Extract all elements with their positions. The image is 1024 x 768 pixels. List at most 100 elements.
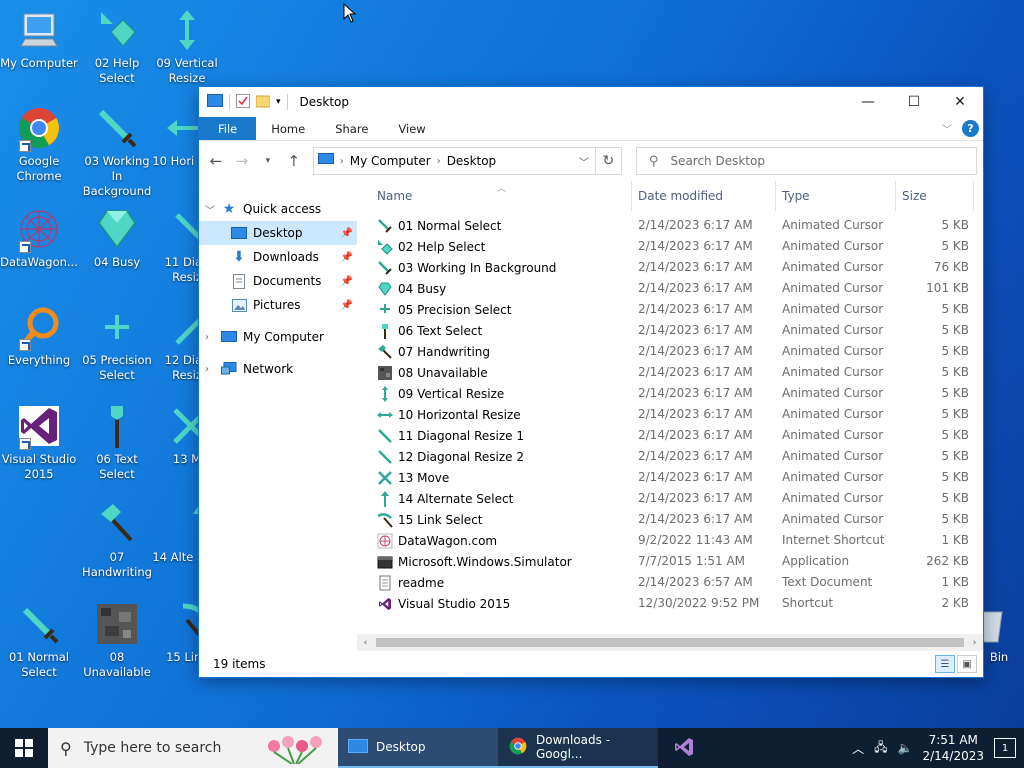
desktop-icon-04-busy[interactable]: 04 Busy <box>78 205 156 270</box>
desktop-icon-chrome[interactable]: Google Chrome <box>0 104 78 184</box>
nav-my-computer[interactable]: › My Computer <box>199 325 357 349</box>
column-header-type[interactable]: Type <box>782 189 810 203</box>
pictures-icon <box>231 297 247 313</box>
nav-pictures[interactable]: Pictures 📌 <box>199 293 357 317</box>
pin-icon[interactable]: 📌 <box>341 252 353 263</box>
title-bar[interactable]: ▾ Desktop — ☐ ✕ <box>199 87 983 117</box>
file-row[interactable]: 11 Diagonal Resize 1 2/14/2023 6:17 AM Ani… <box>357 425 983 446</box>
breadcrumb-desktop[interactable]: Desktop <box>441 154 503 168</box>
nav-documents[interactable]: Documents 📌 <box>199 269 357 293</box>
pin-icon[interactable]: 📌 <box>341 276 353 287</box>
file-type: Animated Cursor <box>782 512 884 526</box>
properties-icon[interactable] <box>236 93 250 111</box>
tab-share[interactable]: Share <box>320 117 383 140</box>
tab-file[interactable]: File <box>199 117 257 140</box>
file-row[interactable]: 12 Diagonal Resize 2 2/14/2023 6:17 AM Ani… <box>357 446 983 467</box>
desktop-icon-05-precision[interactable]: 05 Precision Select <box>78 303 156 383</box>
nav-quick-access[interactable]: ﹀ ★ Quick access <box>199 197 357 221</box>
notifications-icon[interactable]: 1 <box>994 738 1016 758</box>
file-row[interactable]: 05 Precision Select 2/14/2023 6:17 AM Anim… <box>357 299 983 320</box>
column-header-name[interactable]: Name <box>377 189 412 203</box>
tab-home[interactable]: Home <box>256 117 320 140</box>
large-icons-view-icon[interactable]: ▣ <box>957 655 977 673</box>
file-row[interactable]: 06 Text Select 2/14/2023 6:17 AM Animated … <box>357 320 983 341</box>
desktop-icon-08-unavailable[interactable]: 08 Unavailable <box>78 600 156 680</box>
pin-icon[interactable]: 📌 <box>341 300 353 311</box>
taskbar-chrome[interactable]: Downloads - Googl... <box>498 728 658 768</box>
start-button[interactable] <box>0 728 48 768</box>
maximize-button[interactable]: ☐ <box>891 87 937 117</box>
column-header-size[interactable]: Size <box>902 189 927 203</box>
show-hidden-icons-icon[interactable]: ︿ <box>852 740 864 757</box>
file-row[interactable]: 02 Help Select 2/14/2023 6:17 AM Animated … <box>357 236 983 257</box>
file-row[interactable]: 08 Unavailable 2/14/2023 6:17 AM Animated … <box>357 362 983 383</box>
help-icon[interactable]: ? <box>962 120 979 137</box>
taskbar-explorer[interactable]: Desktop <box>338 728 498 768</box>
chevron-right-icon[interactable]: › <box>205 332 221 343</box>
up-arrow-icon[interactable]: ↑ <box>283 150 305 172</box>
file-row[interactable]: Microsoft.Windows.Simulator 7/7/2015 1:51… <box>357 551 983 572</box>
clock[interactable]: 7:51 AM 2/14/2023 <box>922 732 984 764</box>
file-row[interactable]: 09 Vertical Resize 2/14/2023 6:17 AM Anima… <box>357 383 983 404</box>
chevron-right-icon[interactable]: › <box>334 156 344 167</box>
chevron-down-icon[interactable]: ﹀ <box>205 202 221 217</box>
chevron-down-icon[interactable]: ﹀ <box>573 148 595 174</box>
scroll-left-icon[interactable]: ‹ <box>357 638 374 648</box>
desktop-icon-02-help-select[interactable]: 02 Help Select <box>78 6 156 86</box>
nav-network[interactable]: › Network <box>199 357 357 381</box>
file-row[interactable]: 03 Working In Background 2/14/2023 6:17 A… <box>357 257 983 278</box>
expand-ribbon-icon[interactable]: ﹀ <box>942 121 952 136</box>
tab-view[interactable]: View <box>383 117 440 140</box>
customize-toolbar-icon[interactable]: ▾ <box>276 97 281 107</box>
desktop-icon-09-vertical-resize[interactable]: 09 Vertical Resize <box>148 6 226 86</box>
recent-locations-icon[interactable]: ▾ <box>257 150 279 172</box>
scrollbar-thumb[interactable] <box>376 638 964 647</box>
file-row[interactable]: 13 Move 2/14/2023 6:17 AM Animated Cursor 5… <box>357 467 983 488</box>
taskbar-search-placeholder: Type here to search <box>83 740 222 756</box>
file-row[interactable]: Visual Studio 2015 12/30/2022 9:52 PM Shor… <box>357 593 983 614</box>
file-row[interactable]: 14 Alternate Select 2/14/2023 6:17 AM Anim… <box>357 488 983 509</box>
horizontal-resize-cursor-icon <box>377 407 393 423</box>
details-view-icon[interactable]: ☰ <box>935 655 955 673</box>
horizontal-scrollbar[interactable]: ‹ › <box>357 634 983 651</box>
file-name: 14 Alternate Select <box>377 491 513 507</box>
desktop-icon-06-text-select[interactable]: 06 Text Select <box>78 402 156 482</box>
file-row[interactable]: 04 Busy 2/14/2023 6:17 AM Animated Cursor 1… <box>357 278 983 299</box>
nav-desktop[interactable]: Desktop 📌 <box>199 221 357 245</box>
search-input[interactable]: ⚲ Search Desktop <box>635 147 977 175</box>
file-row[interactable]: readme 2/14/2023 6:57 AM Text Document 1 KB <box>357 572 983 593</box>
new-folder-icon[interactable] <box>255 94 271 111</box>
computer-icon <box>221 329 237 345</box>
minimize-button[interactable]: — <box>845 87 891 117</box>
close-button[interactable]: ✕ <box>937 87 983 117</box>
pin-icon[interactable]: 📌 <box>341 228 353 239</box>
taskbar-visual-studio[interactable] <box>658 728 710 768</box>
volume-icon[interactable]: 🔈 <box>898 741 913 755</box>
breadcrumb-my-computer[interactable]: My Computer <box>344 154 437 168</box>
file-row[interactable]: 07 Handwriting 2/14/2023 6:17 AM Animated … <box>357 341 983 362</box>
desktop-icon-07-handwriting[interactable]: 07 Handwriting <box>78 500 156 580</box>
file-row[interactable]: 01 Normal Select 2/14/2023 6:17 AM Animate… <box>357 215 983 236</box>
refresh-icon[interactable]: ↻ <box>594 148 621 174</box>
file-row[interactable]: DataWagon.com 9/2/2022 11:43 AM Internet S… <box>357 530 983 551</box>
scroll-right-icon[interactable]: › <box>966 638 983 648</box>
forward-arrow-icon[interactable]: → <box>231 150 253 172</box>
file-row[interactable]: 10 Horizontal Resize 2/14/2023 6:17 AM Ani… <box>357 404 983 425</box>
back-arrow-icon[interactable]: ← <box>205 150 227 172</box>
system-tray: ︿ 🖧 🔈 7:51 AM 2/14/2023 1 <box>852 732 1024 764</box>
taskbar-search-box[interactable]: ⚲ Type here to search <box>48 728 338 768</box>
sword-cursor-icon <box>93 104 141 152</box>
desktop-icon-my-computer[interactable]: My Computer <box>0 6 78 71</box>
desktop-icon-03-working[interactable]: 03 Working In Background <box>78 104 156 199</box>
desktop-icon-everything[interactable]: Everything <box>0 303 78 368</box>
network-status-icon[interactable]: 🖧 <box>874 738 887 759</box>
desktop-icon-visual-studio[interactable]: Visual Studio 2015 <box>0 402 78 482</box>
address-bar[interactable]: › My Computer › Desktop ﹀ ↻ <box>312 147 622 175</box>
desktop-icon-01-normal-select[interactable]: 01 Normal Select <box>0 600 78 680</box>
nav-downloads[interactable]: ⬇ Downloads 📌 <box>199 245 357 269</box>
column-header-date[interactable]: Date modified <box>638 189 723 203</box>
desktop-icon-datawagon[interactable]: DataWagon... <box>0 205 78 270</box>
help-select-cursor-icon <box>377 239 393 255</box>
chevron-right-icon[interactable]: › <box>205 364 221 375</box>
file-row[interactable]: 15 Link Select 2/14/2023 6:17 AM Animated … <box>357 509 983 530</box>
